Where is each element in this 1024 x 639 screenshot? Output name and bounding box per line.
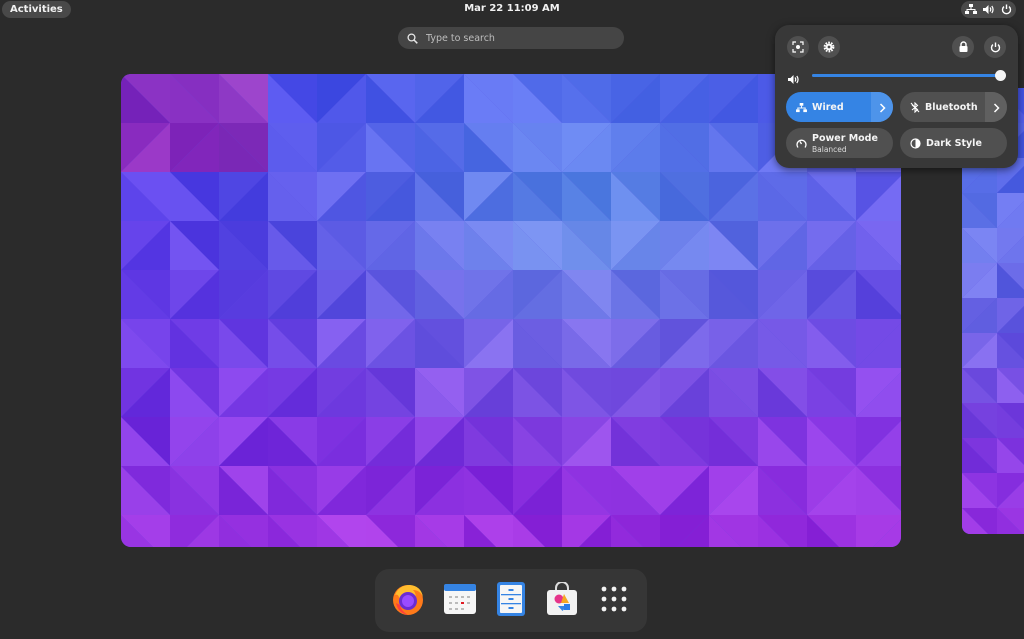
power-mode-icon: [786, 134, 812, 153]
power-mode-sublabel: Balanced: [812, 145, 878, 154]
system-status-area[interactable]: [961, 1, 1016, 18]
network-wired-icon: [786, 98, 812, 117]
software-icon: [545, 582, 579, 620]
dock-item-files[interactable]: [493, 583, 529, 619]
screenshot-icon: [792, 38, 804, 57]
dock-item-firefox[interactable]: [390, 583, 426, 619]
settings-button[interactable]: [818, 36, 840, 58]
wired-toggle[interactable]: Wired: [786, 92, 893, 122]
wired-label: Wired: [812, 102, 844, 113]
clock: Mar 22 11:09 AM: [0, 3, 1024, 14]
dash-dock: [375, 569, 647, 632]
clock-label[interactable]: Mar 22 11:09 AM: [464, 3, 560, 14]
volume-icon: [788, 70, 800, 89]
dark-style-label: Dark Style: [926, 138, 982, 149]
bluetooth-toggle[interactable]: Bluetooth: [900, 92, 1007, 122]
bluetooth-menu-button[interactable]: [985, 92, 1007, 122]
dark-style-toggle[interactable]: Dark Style: [900, 128, 1007, 158]
bluetooth-disabled-icon: [900, 98, 925, 117]
files-icon: [496, 581, 526, 621]
top-bar: Activities Mar 22 11:09 AM: [0, 0, 1024, 20]
wired-menu-button[interactable]: [871, 92, 893, 122]
firefox-icon: [390, 581, 426, 621]
calendar-icon: [443, 582, 477, 620]
settings-icon: [823, 38, 835, 57]
dark-style-icon: [900, 134, 926, 153]
power-icon: [990, 38, 1001, 57]
search-icon: [398, 29, 418, 48]
power-mode-label: Power Mode: [812, 133, 878, 144]
power-icon: [1001, 4, 1012, 15]
chevron-right-icon: [993, 98, 1000, 117]
dock-item-show-apps[interactable]: [596, 583, 632, 619]
activities-button[interactable]: Activities: [2, 1, 71, 18]
dock-item-calendar[interactable]: [442, 583, 478, 619]
lock-button[interactable]: [952, 36, 974, 58]
screenshot-button[interactable]: [787, 36, 809, 58]
network-wired-icon: [965, 4, 977, 15]
dock-item-software[interactable]: [544, 583, 580, 619]
bluetooth-label: Bluetooth: [925, 102, 978, 113]
chevron-right-icon: [879, 98, 886, 117]
volume-slider-handle[interactable]: [995, 70, 1006, 81]
app-grid-icon: [600, 585, 628, 617]
volume-slider[interactable]: [812, 74, 1000, 77]
search-input[interactable]: [424, 32, 618, 45]
power-mode-toggle[interactable]: Power Mode Balanced: [786, 128, 893, 158]
volume-icon: [983, 4, 995, 15]
power-button[interactable]: [984, 36, 1006, 58]
search-entry[interactable]: [398, 27, 624, 49]
quick-settings-menu: Wired Bluetooth Power Mode: [775, 25, 1018, 168]
lock-icon: [958, 38, 969, 57]
volume-slider-fill: [812, 74, 1000, 77]
